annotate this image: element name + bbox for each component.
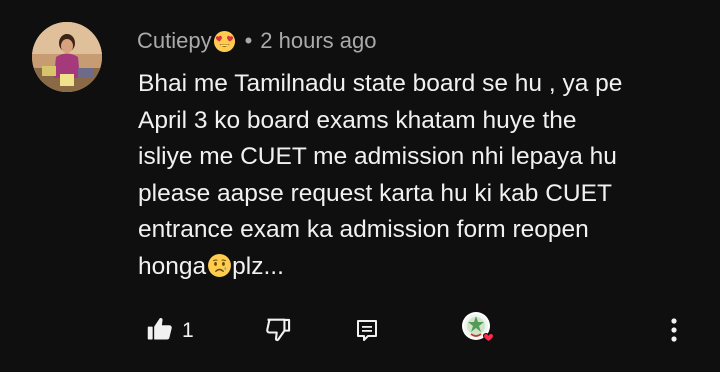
separator-dot: • (244, 28, 253, 53)
comment-header: Cutiepy • 2 hours ago (137, 26, 377, 56)
creator-heart-icon (460, 310, 500, 355)
comment-line: Bhai me Tamilnadu state board se hu , ya… (138, 70, 623, 97)
like-count: 1 (182, 319, 194, 342)
heart-eyes-emoji-icon (213, 30, 236, 53)
comment-text-fragment: honga (138, 252, 207, 280)
comment-action-bar: 1 (0, 310, 720, 355)
thumbs-down-icon (264, 315, 292, 348)
comment-thread: Cutiepy • 2 hours ago Bhai me Tamilnadu … (0, 0, 720, 372)
author-name[interactable]: Cutiepy (137, 28, 212, 54)
comment-line: please aapse request karta hu ki kab CUE… (138, 179, 612, 207)
dislike-button[interactable] (262, 315, 294, 347)
comment-line: April 3 ko board exams khatam huye the (138, 106, 577, 134)
comment-line-last: honga plz... (138, 249, 698, 286)
comment-line: entrance exam ka admission form reopen (138, 216, 589, 243)
comment-timestamp[interactable]: 2 hours ago (260, 28, 376, 54)
avatar[interactable] (32, 22, 102, 92)
reply-icon (355, 318, 379, 347)
like-button[interactable]: 1 (146, 315, 194, 347)
creator-heart (460, 310, 500, 355)
more-vert-icon (670, 317, 678, 348)
reply-button[interactable] (352, 317, 382, 347)
crying-face-emoji-icon (207, 253, 232, 278)
more-options-button[interactable] (664, 316, 684, 348)
thumbs-up-icon (146, 315, 174, 348)
comment-text-fragment: plz... (232, 252, 284, 280)
comment-line: isliye me CUET me admission nhi lepaya h… (138, 143, 617, 170)
avatar-image (32, 22, 102, 92)
comment-text: Bhai me Tamilnadu state board se hu , ya… (138, 66, 698, 285)
